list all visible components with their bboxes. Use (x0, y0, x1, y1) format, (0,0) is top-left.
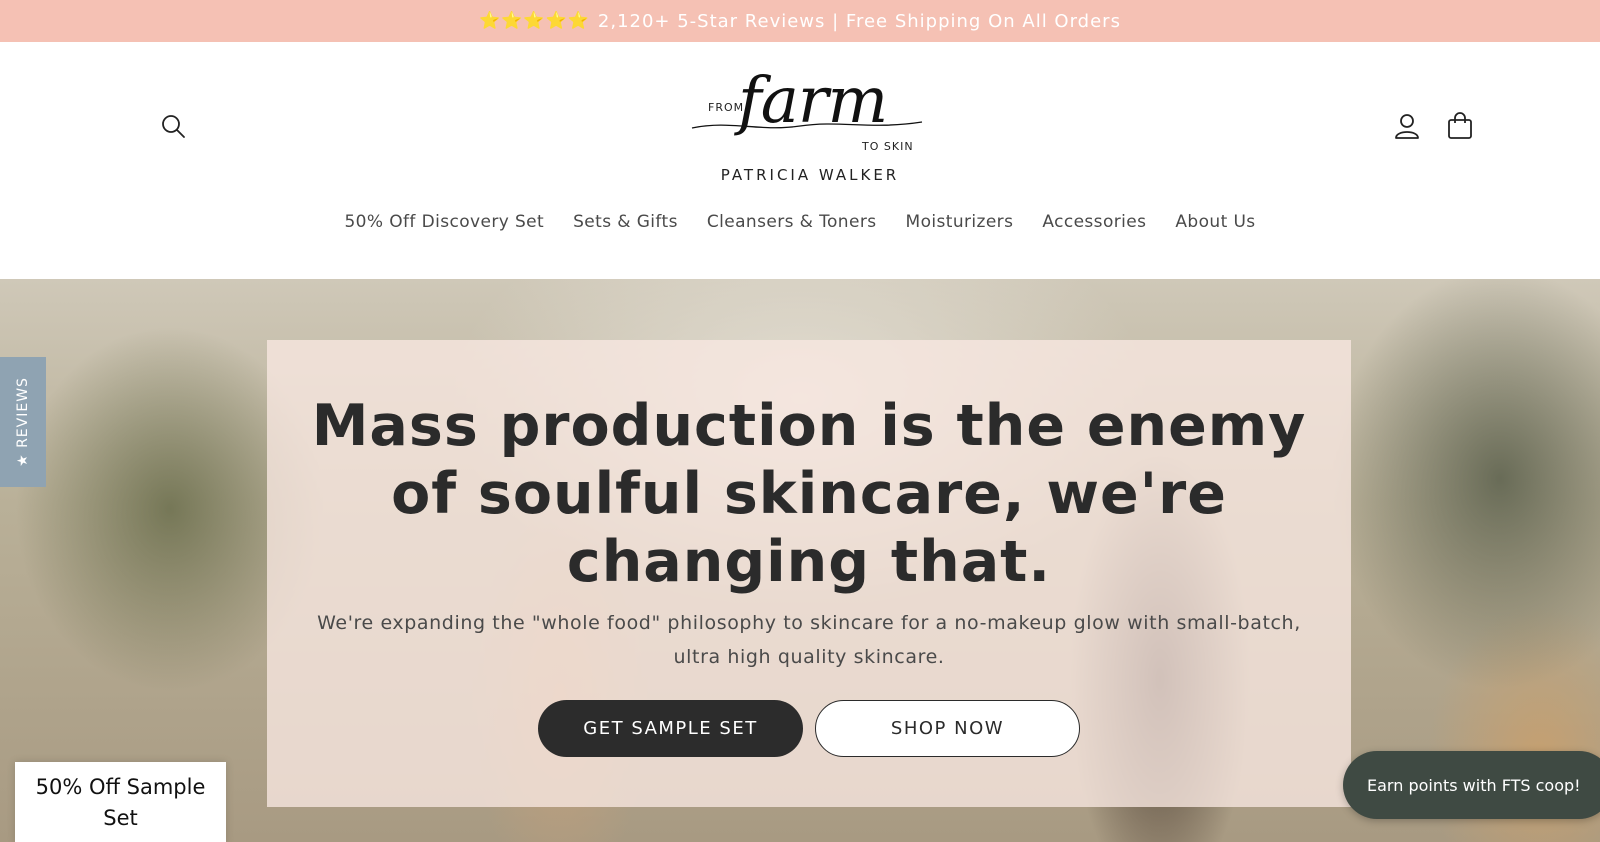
announcement-text: 2,120+ 5-Star Reviews | Free Shipping On… (597, 10, 1121, 32)
nav-item-about-us[interactable]: About Us (1175, 212, 1255, 232)
reviews-tab[interactable]: ★ REVIEWS (0, 357, 46, 487)
sample-set-popup[interactable]: 50% Off Sample Set (15, 762, 226, 842)
nav-item-sets-gifts[interactable]: Sets & Gifts (573, 212, 678, 232)
reviews-tab-label: ★ REVIEWS (15, 377, 32, 467)
rewards-points-button[interactable]: Earn points with FTS coop! (1343, 751, 1600, 819)
cart-button[interactable] (1443, 109, 1477, 143)
site-logo[interactable]: FROM farm TO SKIN PATRICIA WALKER (690, 64, 930, 190)
account-button[interactable] (1390, 109, 1424, 143)
hero-title: Mass production is the enemy of soulful … (311, 393, 1307, 595)
nav-item-accessories[interactable]: Accessories (1042, 212, 1146, 232)
hero-text-panel: Mass production is the enemy of soulful … (267, 340, 1351, 807)
main-nav: 50% Off Discovery Set Sets & Gifts Clean… (0, 212, 1600, 232)
search-button[interactable] (156, 109, 190, 143)
logo-to-skin: TO SKIN (862, 140, 914, 153)
shop-now-button[interactable]: SHOP NOW (815, 700, 1080, 757)
hero-subtitle: We're expanding the "whole food" philoso… (317, 612, 1301, 668)
site-header: FROM farm TO SKIN PATRICIA WALKER 50% Of… (0, 42, 1600, 279)
account-icon (1395, 114, 1419, 139)
announcement-bar: ⭐⭐⭐⭐⭐ 2,120+ 5-Star Reviews | Free Shipp… (0, 0, 1600, 42)
cart-icon (1448, 112, 1472, 139)
nav-item-discovery-set[interactable]: 50% Off Discovery Set (344, 212, 544, 232)
nav-item-cleansers-toners[interactable]: Cleansers & Toners (707, 212, 877, 232)
search-icon (162, 115, 185, 138)
logo-script: farm (738, 64, 888, 138)
nav-item-moisturizers[interactable]: Moisturizers (906, 212, 1014, 232)
logo-brand-name: PATRICIA WALKER (720, 166, 900, 184)
get-sample-set-button[interactable]: GET SAMPLE SET (538, 700, 803, 757)
five-star-rating: ⭐⭐⭐⭐⭐ (479, 11, 590, 31)
